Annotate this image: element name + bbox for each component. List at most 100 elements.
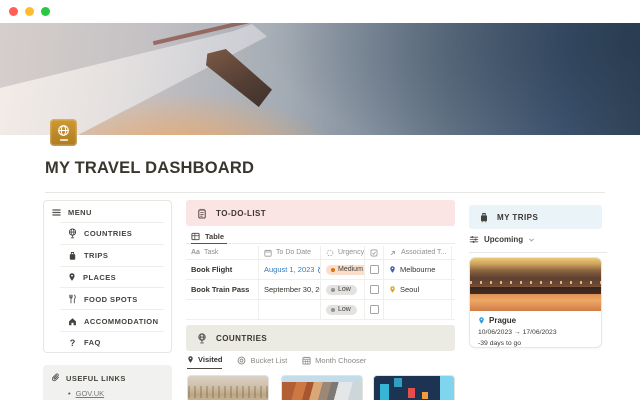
my-trips-header[interactable]: MY TRIPS	[469, 205, 602, 229]
urgency-pill-medium[interactable]: Medium	[326, 265, 364, 275]
date-cell[interactable]	[258, 300, 320, 319]
list-item: • GOV.UK	[68, 389, 164, 398]
task-value: Book Flight	[191, 265, 232, 274]
task-cell[interactable]	[186, 300, 258, 319]
minimize-window-button[interactable]	[25, 7, 34, 16]
trip-countdown: -39 days to go	[478, 340, 593, 347]
gallery-card-coastal-village[interactable]	[281, 375, 363, 400]
zoom-window-button[interactable]	[41, 7, 50, 16]
tab-table-view[interactable]: Table	[191, 231, 227, 244]
urgency-value: Medium	[338, 266, 363, 273]
title-divider	[45, 192, 605, 193]
useful-links-card: USEFUL LINKS • GOV.UK	[43, 365, 172, 400]
checkbox[interactable]	[370, 285, 379, 294]
urgency-cell[interactable]: Medium	[320, 260, 364, 279]
link-gov-uk[interactable]: GOV.UK	[76, 389, 104, 398]
tab-label: Month Chooser	[315, 356, 366, 365]
associated-value: Seoul	[400, 285, 419, 294]
hamburger-icon	[52, 208, 61, 217]
checkbox-cell	[364, 280, 383, 299]
countries-title: COUNTRIES	[216, 334, 267, 343]
associated-cell[interactable]: Melbourne	[383, 260, 452, 279]
urgency-pill-low[interactable]: Low	[326, 285, 357, 295]
tab-visited[interactable]: Visited	[187, 355, 222, 369]
urgency-cell[interactable]: Low	[320, 280, 364, 299]
sidebar-item-trips[interactable]: TRIPS	[44, 245, 171, 267]
sidebar-item-label: TRIPS	[84, 251, 108, 260]
trip-date-range: 10/06/2023 → 17/06/2023	[478, 329, 593, 336]
associated-cell[interactable]	[383, 300, 452, 319]
column-header-associated[interactable]: Associated T...	[383, 246, 452, 259]
app-window: MY TRAVEL DASHBOARD MENU COUNTRIES TRIPS	[0, 0, 640, 400]
trip-card-body: Prague 10/06/2023 → 17/06/2023 -39 days …	[470, 311, 601, 348]
column-header-checkbox[interactable]	[364, 246, 383, 259]
sidebar-item-label: PLACES	[83, 273, 116, 282]
luggage-icon	[68, 251, 77, 261]
passport-line-icon	[59, 139, 69, 141]
sidebar-item-faq[interactable]: ? FAQ	[44, 332, 171, 354]
sidebar-item-places[interactable]: PLACES	[44, 267, 171, 289]
sidebar-item-label: ACCOMMODATION	[84, 317, 158, 326]
table-row: Book Train Pass September 30, 2023 Low S…	[186, 280, 455, 300]
task-cell[interactable]: Book Train Pass	[186, 280, 258, 299]
todo-list-header[interactable]: TO-DO-LIST	[186, 200, 455, 226]
gallery-card-neon-night-city[interactable]	[373, 375, 455, 400]
useful-links-header: USEFUL LINKS	[51, 373, 164, 383]
checkbox-cell	[364, 300, 383, 319]
chevron-down-icon	[528, 237, 535, 243]
urgency-cell[interactable]: Low	[320, 300, 364, 319]
column-header-urgency[interactable]: Urgency	[320, 246, 364, 259]
todo-table: Aa Task To Do Date Urgency	[186, 246, 455, 320]
checkbox[interactable]	[370, 265, 379, 274]
sidebar-item-accommodation[interactable]: ACCOMMODATION	[44, 310, 171, 332]
associated-value: Melbourne	[400, 265, 435, 274]
menu-card: MENU COUNTRIES TRIPS PLACES	[43, 200, 172, 353]
associated-cell[interactable]: Seoul	[383, 280, 452, 299]
todo-list-title: TO-DO-LIST	[216, 209, 266, 218]
upcoming-label: Upcoming	[484, 235, 523, 244]
orange-pin-icon	[389, 285, 396, 294]
sidebar-item-food-spots[interactable]: FOOD SPOTS	[44, 288, 171, 310]
date-value: August 1, 2023	[264, 265, 314, 274]
close-window-button[interactable]	[9, 7, 18, 16]
trip-name-row[interactable]: Prague	[478, 316, 593, 325]
checkbox-cell	[364, 260, 383, 279]
checkbox-icon	[370, 249, 378, 257]
prague-photo	[470, 258, 601, 311]
passport-globe-icon	[57, 124, 70, 137]
column-header-task[interactable]: Aa Task	[186, 246, 258, 259]
task-cell[interactable]: Book Flight	[186, 260, 258, 279]
tab-bucket-list[interactable]: Bucket List	[237, 355, 287, 369]
checkbox[interactable]	[370, 305, 379, 314]
fork-knife-icon	[68, 294, 77, 304]
tab-label: Table	[205, 232, 224, 241]
trip-card-prague[interactable]: Prague 10/06/2023 → 17/06/2023 -39 days …	[469, 257, 602, 348]
sidebar-item-countries[interactable]: COUNTRIES	[44, 223, 171, 245]
task-value: Book Train Pass	[191, 285, 249, 294]
cover-image[interactable]	[0, 23, 640, 135]
sliders-icon	[469, 235, 479, 244]
passport-icon[interactable]	[50, 119, 77, 146]
blue-pin-icon	[478, 316, 485, 325]
urgency-pill-low[interactable]: Low	[326, 305, 357, 315]
sidebar-item-label: COUNTRIES	[84, 229, 132, 238]
menu-header[interactable]: MENU	[44, 201, 171, 223]
luggage-icon	[479, 212, 489, 223]
date-cell[interactable]: August 1, 2023	[258, 260, 320, 279]
blue-pin-icon	[389, 265, 396, 274]
date-value: September 30, 2023	[264, 285, 320, 294]
upcoming-divider	[469, 252, 607, 253]
date-cell[interactable]: September 30, 2023	[258, 280, 320, 299]
calendar-grid-icon	[302, 356, 311, 365]
table-row: Book Flight August 1, 2023 Medium	[186, 260, 455, 280]
gallery-card-city-ruins[interactable]	[187, 375, 269, 400]
tab-label: Bucket List	[250, 356, 287, 365]
globe-icon	[197, 333, 207, 344]
urgency-value: Low	[338, 286, 351, 293]
column-header-date[interactable]: To Do Date	[258, 246, 320, 259]
upcoming-filter[interactable]: Upcoming	[469, 235, 535, 244]
countries-header[interactable]: COUNTRIES	[186, 325, 455, 351]
menu-title: MENU	[68, 208, 92, 217]
tab-month-chooser[interactable]: Month Chooser	[302, 355, 366, 369]
globe-icon	[68, 228, 77, 239]
